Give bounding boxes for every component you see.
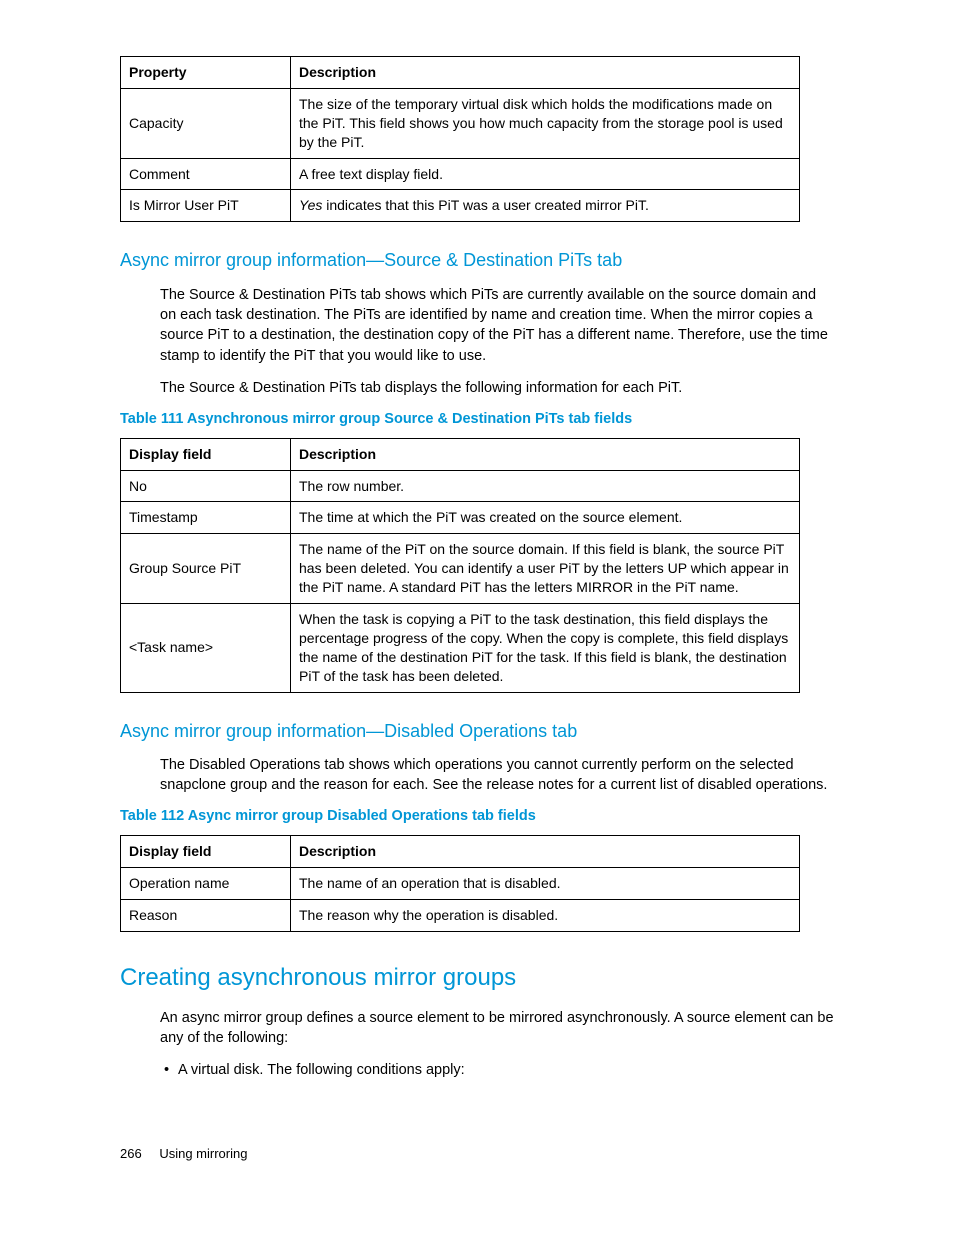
cell-description: The time at which the PiT was created on…	[291, 502, 800, 534]
cell-display-field: Reason	[121, 899, 291, 931]
table-caption-112: Table 112 Async mirror group Disabled Op…	[120, 807, 834, 827]
page-number: 266	[120, 1146, 142, 1161]
page-footer: 266 Using mirroring	[120, 1145, 247, 1163]
cell-description: The reason why the operation is disabled…	[291, 899, 800, 931]
table-row: Capacity The size of the temporary virtu…	[121, 88, 800, 158]
cell-display-field: <Task name>	[121, 604, 291, 693]
desc-rest: indicates that this PiT was a user creat…	[322, 197, 649, 213]
heading-source-dest-pits: Async mirror group information—Source & …	[120, 248, 834, 272]
table-row: Operation name The name of an operation …	[121, 867, 800, 899]
table-row: Timestamp The time at which the PiT was …	[121, 502, 800, 534]
table-caption-111: Table 111 Asynchronous mirror group Sour…	[120, 410, 834, 430]
th-description: Description	[291, 57, 800, 89]
th-display-field: Display field	[121, 836, 291, 868]
cell-description: The name of an operation that is disable…	[291, 867, 800, 899]
th-property: Property	[121, 57, 291, 89]
table-row: No The row number.	[121, 470, 800, 502]
disabled-operations-table: Display field Description Operation name…	[120, 835, 800, 932]
footer-title: Using mirroring	[159, 1146, 247, 1161]
table-row: <Task name> When the task is copying a P…	[121, 604, 800, 693]
table-row: Reason The reason why the operation is d…	[121, 899, 800, 931]
heading-disabled-operations: Async mirror group information—Disabled …	[120, 719, 834, 743]
cell-description: A free text display field.	[291, 158, 800, 190]
cell-description: When the task is copying a PiT to the ta…	[291, 604, 800, 693]
cell-display-field: No	[121, 470, 291, 502]
cell-display-field: Operation name	[121, 867, 291, 899]
para: The Source & Destination PiTs tab shows …	[160, 285, 834, 366]
cell-description: The row number.	[291, 470, 800, 502]
source-dest-pits-table: Display field Description No The row num…	[120, 438, 800, 693]
cell-property: Capacity	[121, 88, 291, 158]
para: An async mirror group defines a source e…	[160, 1008, 834, 1049]
table-row: Comment A free text display field.	[121, 158, 800, 190]
table-row: Is Mirror User PiT Yes indicates that th…	[121, 190, 800, 222]
cell-property: Comment	[121, 158, 291, 190]
cell-property: Is Mirror User PiT	[121, 190, 291, 222]
cell-description: The size of the temporary virtual disk w…	[291, 88, 800, 158]
th-description: Description	[291, 438, 800, 470]
cell-description: Yes indicates that this PiT was a user c…	[291, 190, 800, 222]
th-display-field: Display field	[121, 438, 291, 470]
th-description: Description	[291, 836, 800, 868]
bullet-list: A virtual disk. The following conditions…	[178, 1061, 834, 1081]
italic-yes: Yes	[299, 197, 322, 213]
list-item: A virtual disk. The following conditions…	[178, 1061, 834, 1081]
table-row: Group Source PiT The name of the PiT on …	[121, 534, 800, 604]
heading-creating-async-mirror-groups: Creating asynchronous mirror groups	[120, 962, 834, 994]
para: The Source & Destination PiTs tab displa…	[160, 378, 834, 398]
property-table: Property Description Capacity The size o…	[120, 56, 800, 222]
cell-display-field: Timestamp	[121, 502, 291, 534]
cell-display-field: Group Source PiT	[121, 534, 291, 604]
para: The Disabled Operations tab shows which …	[160, 755, 834, 796]
cell-description: The name of the PiT on the source domain…	[291, 534, 800, 604]
